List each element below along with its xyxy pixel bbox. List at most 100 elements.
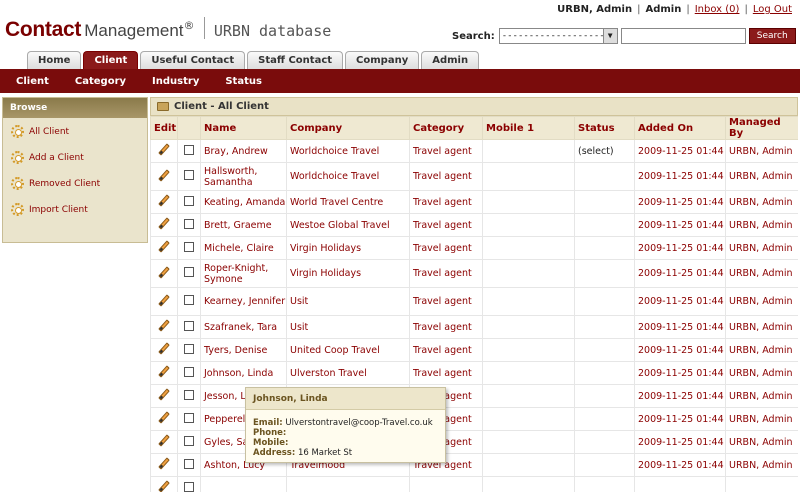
pencil-icon[interactable] <box>158 411 170 424</box>
cell-status <box>574 476 635 492</box>
logout-link[interactable]: Log Out <box>753 4 792 15</box>
pencil-icon[interactable] <box>158 293 170 307</box>
cell-name[interactable]: Szafranek, Tara <box>200 315 287 339</box>
pencil-icon[interactable] <box>158 265 170 279</box>
row-checkbox[interactable] <box>184 320 194 331</box>
cell-mobile <box>482 236 575 260</box>
subnav-industry[interactable]: Industry <box>152 76 199 87</box>
pencil-icon[interactable] <box>158 365 170 378</box>
cell-added-on: 2009-11-25 01:44 <box>634 213 726 237</box>
cell-name[interactable]: Keating, Amanda <box>200 190 287 214</box>
pencil-icon[interactable] <box>158 434 170 447</box>
column-header-added-on[interactable]: Added On <box>634 116 726 140</box>
row-checkbox[interactable] <box>184 241 194 252</box>
cell-company <box>286 476 410 492</box>
sidebar-item-add-client[interactable]: Add a Client <box>3 145 147 170</box>
table-row[interactable]: Tyers, Denise United Coop Travel Travel ag… <box>150 338 798 362</box>
table-row[interactable]: Kearney, Jennifer Usit Travel agent 2009-11… <box>150 287 798 316</box>
subnav-status[interactable]: Status <box>225 76 262 87</box>
cell-managed-by: URBN, Admin <box>725 361 798 385</box>
cell-name[interactable]: Hallsworth, Samantha <box>200 162 287 191</box>
subnav-client[interactable]: Client <box>16 76 49 87</box>
subnav-category[interactable]: Category <box>75 76 126 87</box>
gear-icon <box>11 125 24 138</box>
table-row[interactable] <box>150 476 798 492</box>
search-button[interactable]: Search <box>748 28 796 44</box>
row-checkbox[interactable] <box>184 195 194 206</box>
row-checkbox[interactable] <box>184 481 194 492</box>
search-category-select[interactable]: -------------------------▼ <box>498 28 618 44</box>
pencil-icon[interactable] <box>158 457 170 470</box>
tab-home[interactable]: Home <box>27 51 82 69</box>
pencil-icon[interactable] <box>158 168 170 182</box>
pencil-icon[interactable] <box>158 480 170 492</box>
gear-icon <box>11 151 24 164</box>
table-row[interactable]: Keating, Amanda World Travel Centre Travel… <box>150 190 798 214</box>
search-input[interactable] <box>620 28 746 44</box>
sidebar-item-import-client[interactable]: Import Client <box>3 197 147 222</box>
edit-cell <box>150 338 178 362</box>
column-header-managed-by[interactable]: Managed By <box>725 116 798 140</box>
column-header-name[interactable]: Name <box>200 116 287 140</box>
inbox-link[interactable]: Inbox (0) <box>695 4 740 15</box>
sidebar-header: Browse <box>3 98 147 118</box>
pencil-icon[interactable] <box>158 143 170 156</box>
row-checkbox[interactable] <box>184 366 194 377</box>
pencil-icon[interactable] <box>158 194 170 207</box>
pencil-icon[interactable] <box>158 240 170 253</box>
row-checkbox[interactable] <box>184 267 194 277</box>
row-checkbox[interactable] <box>184 389 194 400</box>
sidebar-item-all-client[interactable]: All Client <box>3 119 147 144</box>
row-checkbox[interactable] <box>184 170 194 180</box>
cell-name[interactable]: Johnson, Linda <box>200 361 287 385</box>
table-row[interactable]: Michele, Claire Virgin Holidays Travel age… <box>150 236 798 260</box>
tab-staff-contact[interactable]: Staff Contact <box>247 51 344 69</box>
row-checkbox[interactable] <box>184 343 194 354</box>
table-row[interactable]: Hallsworth, Samantha Worldchoice Travel Tr… <box>150 162 798 191</box>
cell-name[interactable]: Brett, Graeme <box>200 213 287 237</box>
column-header-category[interactable]: Category <box>409 116 483 140</box>
cell-name[interactable]: Michele, Claire <box>200 236 287 260</box>
tab-useful-contact[interactable]: Useful Contact <box>140 51 246 69</box>
chevron-down-icon[interactable]: ▼ <box>602 29 617 43</box>
row-checkbox[interactable] <box>184 295 194 305</box>
user-role: Admin <box>645 4 682 15</box>
table-row[interactable]: Roper-Knight, Symone Virgin Holidays Trave… <box>150 259 798 288</box>
cell-status <box>574 338 635 362</box>
table-row[interactable]: Johnson, Linda Ulverston Travel Travel age… <box>150 361 798 385</box>
row-checkbox[interactable] <box>184 458 194 469</box>
table-row[interactable]: Brett, Graeme Westoe Global Travel Travel … <box>150 213 798 237</box>
search-select-value: ------------------------- <box>501 31 617 41</box>
row-checkbox[interactable] <box>184 412 194 423</box>
pencil-icon[interactable] <box>158 319 170 332</box>
row-checkbox[interactable] <box>184 435 194 446</box>
column-header-status[interactable]: Status <box>574 116 635 140</box>
select-cell <box>177 476 201 492</box>
cell-name[interactable] <box>200 476 287 492</box>
sidebar-item-removed-client[interactable]: Removed Client <box>3 171 147 196</box>
main-tabs: Home Client Useful Contact Staff Contact… <box>27 51 480 69</box>
cell-mobile <box>482 190 575 214</box>
cell-name[interactable]: Roper-Knight, Symone <box>200 259 287 288</box>
tab-company[interactable]: Company <box>345 51 420 69</box>
cell-name[interactable]: Tyers, Denise <box>200 338 287 362</box>
column-header-company[interactable]: Company <box>286 116 410 140</box>
column-header-mobile[interactable]: Mobile 1 <box>482 116 575 140</box>
tab-client[interactable]: Client <box>83 51 139 69</box>
sidebar-item-label: Add a Client <box>29 152 84 163</box>
pencil-icon[interactable] <box>158 217 170 230</box>
search-bar: Search: -------------------------▼ Searc… <box>452 28 796 44</box>
table-row[interactable]: Szafranek, Tara Usit Travel agent 2009-11-2… <box>150 315 798 339</box>
select-cell <box>177 361 201 385</box>
edit-cell <box>150 213 178 237</box>
cell-name[interactable]: Bray, Andrew <box>200 139 287 163</box>
table-row[interactable]: Bray, Andrew Worldchoice Travel Travel age… <box>150 139 798 163</box>
cell-name[interactable]: Kearney, Jennifer <box>200 287 287 316</box>
cell-mobile <box>482 287 575 316</box>
pencil-icon[interactable] <box>158 388 170 401</box>
row-checkbox[interactable] <box>184 218 194 229</box>
tab-admin[interactable]: Admin <box>421 51 480 69</box>
edit-cell <box>150 476 178 492</box>
row-checkbox[interactable] <box>184 144 194 155</box>
pencil-icon[interactable] <box>158 342 170 355</box>
